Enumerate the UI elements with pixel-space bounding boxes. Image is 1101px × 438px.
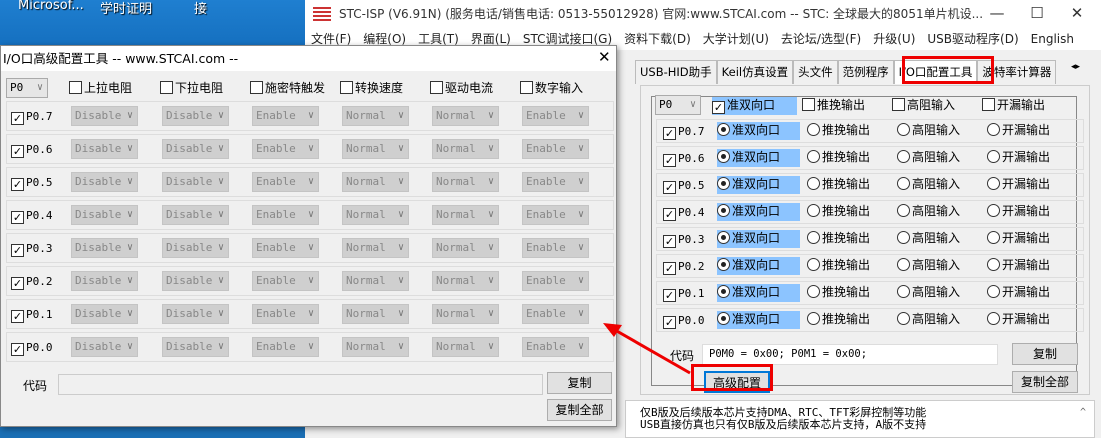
arrow-head xyxy=(603,323,622,337)
annotation-arrow xyxy=(603,323,691,375)
arrow-line xyxy=(614,328,691,375)
